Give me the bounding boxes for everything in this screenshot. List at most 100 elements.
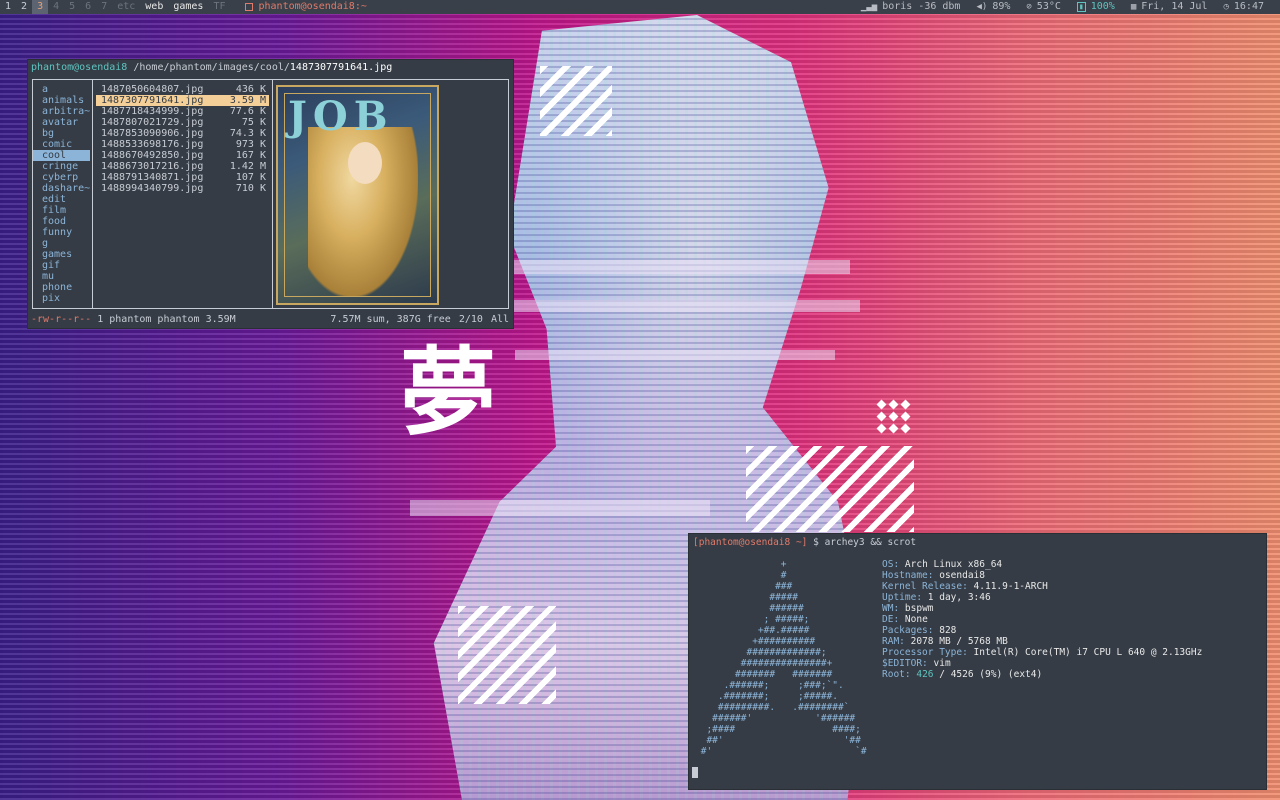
ascii-line: ##### [695,592,798,603]
workspace-7[interactable]: 7 [96,0,112,14]
ranger-header: phantom@osendai8 /home/phantom/images/co… [31,62,392,73]
prompt-command: $ archey3 && scrot [813,537,917,548]
file-name: 1488791340871.jpg [101,172,204,183]
workspace-2[interactable]: 2 [16,0,32,14]
file-name: 1488673017216.jpg [101,161,204,172]
info-key: WM: [882,603,900,614]
dir-item[interactable]: pix [33,293,92,304]
ranger-path: /home/phantom/images/cool/ [133,62,290,73]
dir-item[interactable]: cyberp [33,172,92,183]
info-key: Hostname: [882,570,934,581]
file-row[interactable]: 1487718434999.jpg 77.6 K [93,106,272,117]
info-row: WM: bspwm [882,603,1202,614]
status-bar: 1 2 3 4 5 6 7 etc web games TF phantom@o… [0,0,1280,14]
file-size: 436 K [235,84,266,95]
info-row: Uptime: 1 day, 3:46 [882,592,1202,603]
file-size: 1.42 M [229,161,266,172]
file-size: 74.3 K [229,128,266,139]
stripe-block [746,446,914,532]
parent-dir-column: a animals arbitra~ avatar bg comic cool … [33,80,93,308]
file-row[interactable]: 1488994340799.jpg 710 K [93,183,272,194]
preview-title: JOB [288,93,394,140]
workspace-5[interactable]: 5 [64,0,80,14]
info-row: $EDITOR: vim [882,658,1202,669]
file-name: 1487307791641.jpg [101,95,204,106]
file-name: 1487807021729.jpg [101,117,204,128]
file-row[interactable]: 1487807021729.jpg 75 K [93,117,272,128]
ascii-line: ###### [695,603,804,614]
file-row[interactable]: 1488791340871.jpg 107 K [93,172,272,183]
file-owner: 1 phantom phantom 3.59M [97,314,236,325]
dir-item[interactable]: phone [33,282,92,293]
dir-item[interactable]: food [33,216,92,227]
dir-item[interactable]: animals [33,95,92,106]
info-value: vim [933,658,951,669]
wifi-signal-icon: ▁▃▅ [860,2,878,12]
file-row[interactable]: 1488533698176.jpg 973 K [93,139,272,150]
ascii-line: ### [695,581,793,592]
system-info: OS: Arch Linux x86_64 Hostname: osendai8… [882,559,1202,680]
dir-item[interactable]: comic [33,139,92,150]
info-row: DE: None [882,614,1202,625]
ascii-line: +##.##### [695,625,810,636]
ascii-line: .#######; ;#####. [695,691,838,702]
stripe-block [540,66,612,136]
ascii-line: #########. .########` [695,702,850,713]
workspace-6[interactable]: 6 [80,0,96,14]
dir-item[interactable]: arbitra~ [33,106,92,117]
ascii-line: # [695,570,787,581]
temp-text: 53°C [1036,1,1061,12]
info-row: Packages: 828 [882,625,1202,636]
workspace-web[interactable]: web [140,0,168,14]
ranger-user: phantom@osendai8 [31,62,128,73]
dir-item[interactable]: games [33,249,92,260]
file-name: 1488670492850.jpg [101,150,204,161]
workspace-3[interactable]: 3 [32,0,49,14]
file-row[interactable]: 1488670492850.jpg 167 K [93,150,272,161]
volume-module[interactable]: ◀) 89% [976,0,1010,14]
dir-item[interactable]: mu [33,271,92,282]
file-row[interactable]: 1487853090906.jpg 74.3 K [93,128,272,139]
status-modules: ▁▃▅ boris -36 dbm ◀) 89% ⊘ 53°C ▮ 100% ▦… [861,0,1280,14]
dir-item[interactable]: g [33,238,92,249]
file-row[interactable]: 1487050604807.jpg 436 K [93,84,272,95]
file-size: 3.59 M [229,95,266,106]
file-size: 167 K [235,150,266,161]
file-name: 1488994340799.jpg [101,183,204,194]
temp-module: ⊘ 53°C [1026,0,1061,14]
dir-item-selected[interactable]: cool [33,150,90,161]
volume-text: 89% [992,1,1011,12]
dir-item[interactable]: funny [33,227,92,238]
workspace-4[interactable]: 4 [48,0,64,14]
dir-item[interactable]: a [33,84,92,95]
diamond-dots [875,398,915,438]
ranger-window[interactable]: phantom@osendai8 /home/phantom/images/co… [27,59,514,329]
info-key: Root: [882,669,911,680]
kanji-dream: 夢 [400,336,496,449]
workspace-etc[interactable]: etc [112,0,140,14]
ascii-line: ###############+ [695,658,833,669]
terminal-window[interactable]: [phantom@osendai8 ~] $ archey3 && scrot … [688,533,1267,790]
image-preview: JOB [276,85,439,305]
dir-item[interactable]: cringe [33,161,92,172]
preview-column: JOB [273,80,508,308]
stripe-block [458,606,556,704]
window-title: phantom@osendai8:~ [244,0,367,14]
workspace-1[interactable]: 1 [0,0,16,14]
file-row-selected[interactable]: 1487307791641.jpg 3.59 M [96,95,269,106]
dir-item[interactable]: edit [33,194,92,205]
file-size: 107 K [235,172,266,183]
workspace-games[interactable]: games [168,0,208,14]
arch-logo-ascii: + # ### ##### ###### ; #####; +##.##### … [695,559,867,757]
dir-item[interactable]: avatar [33,117,92,128]
workspace-tf[interactable]: TF [208,0,230,14]
info-value: None [904,614,928,625]
dir-item[interactable]: gif [33,260,92,271]
dir-item[interactable]: dashare~ [33,183,92,194]
dir-item[interactable]: bg [33,128,92,139]
file-row[interactable]: 1488673017216.jpg 1.42 M [93,161,272,172]
terminal-cursor[interactable] [692,767,698,778]
dir-item[interactable]: film [33,205,92,216]
wifi-module: ▁▃▅ boris -36 dbm [861,0,961,14]
glitch-band [480,300,860,312]
